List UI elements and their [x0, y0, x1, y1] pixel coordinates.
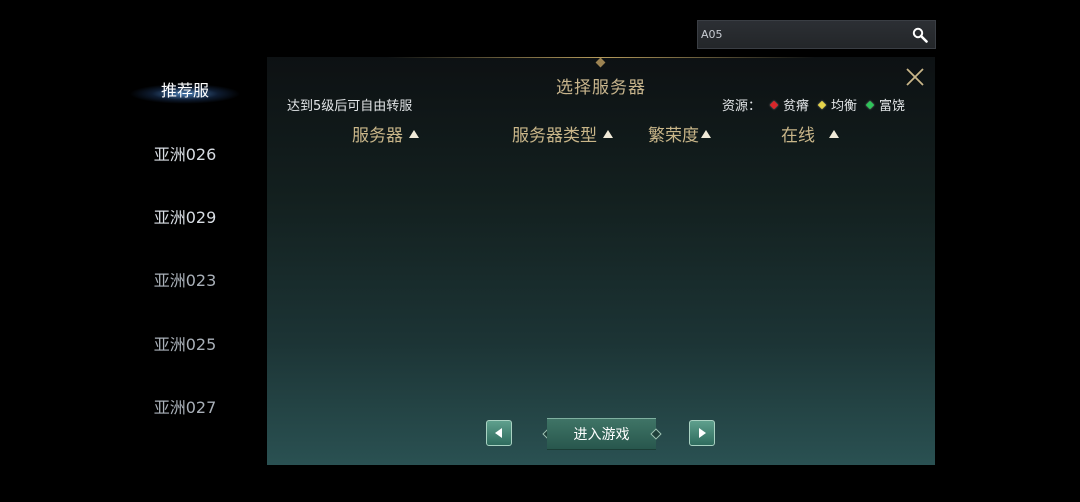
legend-item-rich: 富饶: [865, 95, 905, 114]
legend-item-poor: 贫瘠: [769, 95, 809, 114]
close-button[interactable]: [905, 67, 925, 87]
region-item[interactable]: 亚洲027: [120, 386, 250, 426]
column-header-prosperity[interactable]: 繁荣度: [648, 121, 711, 146]
legend-item-label: 均衡: [830, 99, 857, 114]
column-header-label: 繁荣度: [648, 126, 699, 146]
game-screen: 推荐服 亚洲026 亚洲029 亚洲023 亚洲025 亚洲027 选择服务器 …: [0, 0, 1080, 502]
search-button[interactable]: [905, 21, 935, 48]
resource-legend: 资源： 贫瘠 均衡 富饶: [722, 95, 905, 114]
column-header-label: 在线: [781, 126, 815, 146]
green-diamond-icon: [865, 100, 875, 109]
sort-up-icon: [701, 129, 711, 138]
arrow-left-icon: [495, 428, 502, 438]
column-header-server[interactable]: 服务器: [352, 121, 419, 146]
server-select-panel: 选择服务器 达到5级后可自由转服 资源： 贫瘠 均衡 富饶 服务器 服务器类型 …: [267, 57, 935, 465]
column-header-online[interactable]: 在线: [781, 121, 839, 146]
legend-item-label: 富饶: [878, 99, 905, 114]
region-item[interactable]: 亚洲025: [120, 323, 250, 363]
legend-label: 资源：: [721, 99, 761, 114]
server-search: [697, 20, 936, 49]
sort-up-icon: [829, 129, 839, 138]
sort-up-icon: [603, 129, 613, 138]
next-page-button[interactable]: [689, 420, 715, 446]
region-item[interactable]: 亚洲023: [120, 259, 250, 299]
region-item[interactable]: 亚洲029: [120, 196, 250, 236]
search-input[interactable]: [698, 21, 905, 48]
legend-item-balanced: 均衡: [817, 95, 857, 114]
prev-page-button[interactable]: [486, 420, 512, 446]
arrow-right-icon: [699, 428, 706, 438]
transfer-hint: 达到5级后可自由转服: [287, 99, 413, 114]
close-icon: [906, 68, 924, 86]
region-item-recommended[interactable]: 推荐服: [120, 69, 250, 109]
search-icon: [912, 27, 928, 43]
region-item[interactable]: 亚洲026: [120, 133, 250, 173]
yellow-diamond-icon: [817, 100, 827, 109]
enter-game-button[interactable]: 进入游戏: [547, 418, 656, 450]
red-diamond-icon: [769, 100, 779, 109]
legend-item-label: 贫瘠: [782, 99, 809, 114]
column-header-label: 服务器: [352, 126, 403, 146]
column-header-label: 服务器类型: [512, 126, 597, 146]
sort-up-icon: [409, 129, 419, 138]
panel-top-ornament: [595, 57, 606, 68]
server-region-list: 推荐服 亚洲026 亚洲029 亚洲023 亚洲025 亚洲027: [120, 60, 260, 460]
column-header-type[interactable]: 服务器类型: [512, 121, 613, 146]
